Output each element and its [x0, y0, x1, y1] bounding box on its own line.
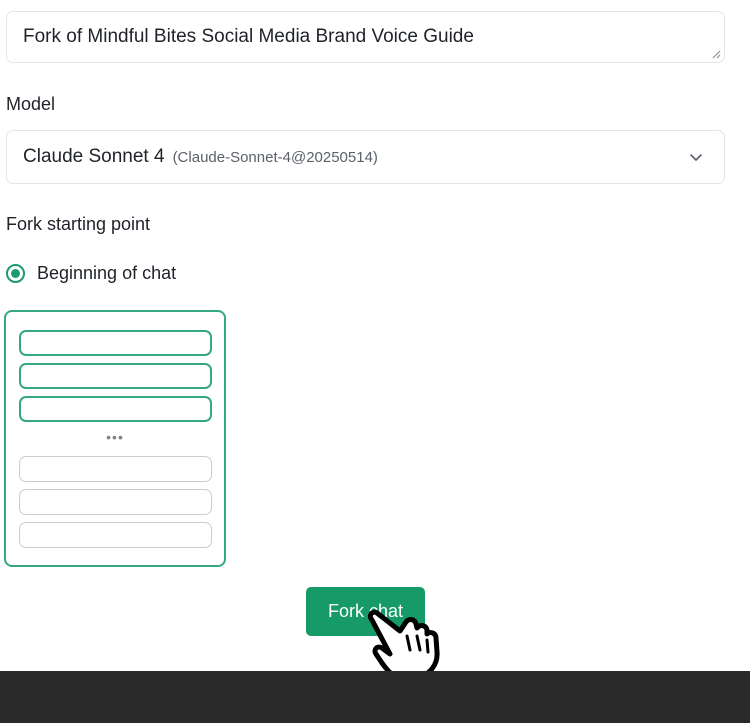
preview-message — [19, 522, 212, 548]
fork-start-label: Fork starting point — [6, 214, 151, 234]
hand-pointer-icon — [367, 609, 440, 680]
preview-message — [19, 489, 212, 515]
preview-message-selected — [19, 396, 212, 422]
chat-title-input[interactable]: Fork of Mindful Bites Social Media Brand… — [6, 11, 725, 63]
preview-ellipsis: ••• — [106, 429, 124, 445]
preview-message — [19, 456, 212, 482]
model-label: Model — [6, 94, 56, 114]
radio-button[interactable] — [6, 264, 25, 283]
fork-start-option[interactable]: Beginning of chat — [6, 263, 176, 284]
model-select[interactable]: Claude Sonnet 4 (Claude-Sonnet-4@2025051… — [6, 130, 725, 184]
fork-preview-illustration: ••• — [4, 310, 226, 567]
preview-message-selected — [19, 330, 212, 356]
model-selected-name: Claude Sonnet 4 — [23, 146, 165, 167]
resize-grip-icon[interactable] — [711, 49, 721, 59]
fork-start-option-label: Beginning of chat — [37, 263, 177, 283]
preview-message-selected — [19, 363, 212, 389]
radio-selected-dot — [11, 269, 20, 278]
model-selected-id: (Claude-Sonnet-4@20250514) — [172, 148, 378, 166]
bottom-bar — [0, 671, 750, 723]
chevron-down-icon — [690, 154, 702, 161]
chat-title-value: Fork of Mindful Bites Social Media Brand… — [23, 26, 474, 47]
